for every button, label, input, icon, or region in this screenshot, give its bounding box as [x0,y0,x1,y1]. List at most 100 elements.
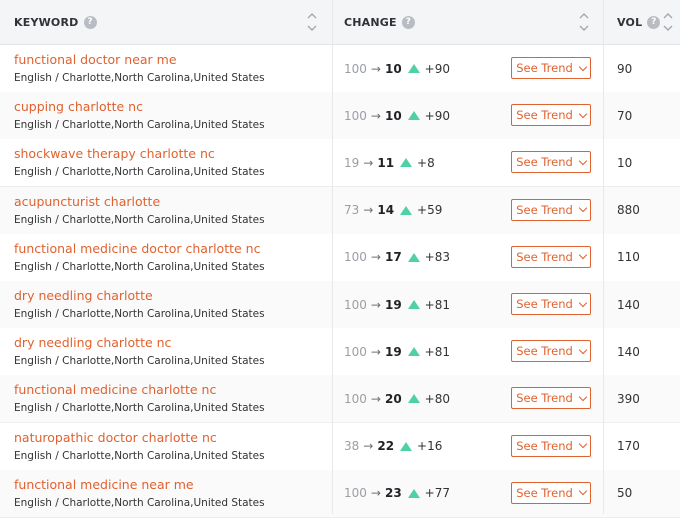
rank-change: 73 → 14 +59 [344,187,442,234]
see-trend-label: See Trend [516,344,573,359]
vol-header-label: VOL [617,15,643,29]
keyword-link[interactable]: functional doctor near me [14,52,177,67]
see-trend-label: See Trend [516,249,573,264]
arrow-right-icon: → [370,344,381,359]
previous-rank: 38 [344,439,360,454]
keyword-link[interactable]: dry needling charlotte nc [14,335,171,350]
keyword-location: English / Charlotte,North Carolina,Unite… [14,449,265,462]
change-header-label: CHANGE [344,15,397,29]
see-trend-button[interactable]: See Trend [511,57,591,79]
keyword-location: English / Charlotte,North Carolina,Unite… [14,72,265,84]
rank-delta: +83 [424,250,450,265]
arrow-right-icon: → [363,155,374,170]
see-trend-button[interactable]: See Trend [511,151,591,174]
previous-rank: 100 [344,391,367,406]
table-row: acupuncturist charlotte English / Charlot… [0,186,680,235]
chevron-down-icon [578,251,588,260]
previous-rank: 19 [344,155,360,170]
keyword-link[interactable]: functional medicine near me [14,477,194,492]
arrow-right-icon: → [370,391,381,406]
rank-change: 38 → 22 +16 [344,423,442,470]
table-row: functional medicine charlotte nc English … [0,375,680,424]
keyword-location: English / Charlotte,North Carolina,Unite… [14,166,265,179]
rank-change: 100 → 10 +90 [344,45,450,92]
search-volume: 390 [617,391,640,406]
previous-rank: 100 [344,486,367,501]
keyword-location: English / Charlotte,North Carolina,Unite… [14,119,265,132]
see-trend-button[interactable]: See Trend [511,245,591,268]
arrow-right-icon: → [370,250,381,265]
see-trend-button[interactable]: See Trend [511,387,591,410]
chevron-down-icon [578,487,588,496]
triangle-up-icon [407,111,420,121]
search-volume: 90 [617,61,633,76]
current-rank: 22 [377,439,395,454]
triangle-up-icon [400,205,413,215]
current-rank: 23 [384,486,402,501]
chevron-down-icon [578,156,588,166]
keyword-link[interactable]: shockwave therapy charlotte nc [14,146,215,161]
previous-rank: 100 [344,250,367,265]
rank-change: 100 → 10 +90 [344,92,450,139]
table-row: functional medicine doctor charlotte nc E… [0,233,680,282]
search-volume: 170 [617,439,640,454]
arrow-right-icon: → [370,108,381,123]
rank-change: 100 → 19 +81 [344,328,450,375]
question-circle-icon[interactable]: ? [83,15,97,29]
keyword-link[interactable]: cupping charlotte nc [14,99,143,114]
column-divider [332,0,333,514]
search-volume: 10 [617,155,633,170]
keyword-location: English / Charlotte,North Carolina,Unite… [14,402,265,415]
see-trend-button[interactable]: See Trend [511,340,591,363]
keyword-header-label: KEYWORD [14,15,79,29]
keyword-link[interactable]: acupuncturist charlotte [14,194,160,209]
see-trend-button[interactable]: See Trend [511,198,591,221]
keyword-location: English / Charlotte,North Carolina,Unite… [14,355,265,368]
triangle-up-icon [407,347,420,357]
keyword-link[interactable]: dry needling charlotte [14,288,153,303]
search-volume: 110 [617,250,640,265]
search-volume: 50 [617,486,633,501]
rank-delta: +8 [417,155,435,170]
see-trend-label: See Trend [516,297,573,311]
rank-delta: +90 [424,61,450,76]
change-column-header[interactable]: CHANGE ? [333,0,603,44]
current-rank: 17 [384,250,402,265]
see-trend-button[interactable]: See Trend [511,434,591,457]
chevron-down-icon [578,109,588,118]
see-trend-label: See Trend [516,155,573,170]
keyword-location: English / Charlotte,North Carolina,Unite… [14,308,265,320]
keyword-ranking-table: KEYWORD ? CHANGE ? VOL ? functional doct… [0,0,680,518]
triangle-up-icon [407,488,420,498]
see-trend-button[interactable]: See Trend [511,293,591,315]
table-header: KEYWORD ? CHANGE ? VOL ? [0,0,680,45]
see-trend-label: See Trend [516,438,573,453]
question-circle-icon[interactable]: ? [401,15,415,29]
see-trend-label: See Trend [516,202,573,217]
vol-column-header[interactable]: VOL ? [604,0,680,44]
table-row: functional doctor near me English / Charl… [0,45,680,93]
triangle-up-icon [400,158,413,168]
see-trend-label: See Trend [516,485,573,500]
keyword-link[interactable]: functional medicine doctor charlotte nc [14,241,260,256]
triangle-up-icon [407,394,420,404]
sort-chevrons-icon[interactable] [662,10,674,34]
sort-chevrons-icon[interactable] [306,10,318,34]
keyword-column-header[interactable]: KEYWORD ? [0,0,332,44]
arrow-right-icon: → [370,61,381,76]
keyword-link[interactable]: functional medicine charlotte nc [14,382,216,397]
rank-delta: +16 [417,439,443,454]
triangle-up-icon [407,252,420,262]
keyword-link[interactable]: naturopathic doctor charlotte nc [14,430,217,445]
search-volume: 70 [617,108,633,123]
column-divider [603,0,604,514]
arrow-right-icon: → [363,203,374,218]
see-trend-button[interactable]: See Trend [511,104,591,127]
sort-chevrons-icon[interactable] [578,10,590,34]
see-trend-button[interactable]: See Trend [511,481,591,504]
question-circle-icon[interactable]: ? [647,15,661,29]
keyword-location: English / Charlotte,North Carolina,Unite… [14,213,265,226]
chevron-down-icon [578,392,588,402]
rank-delta: +77 [424,486,450,501]
chevron-down-icon [578,345,588,354]
